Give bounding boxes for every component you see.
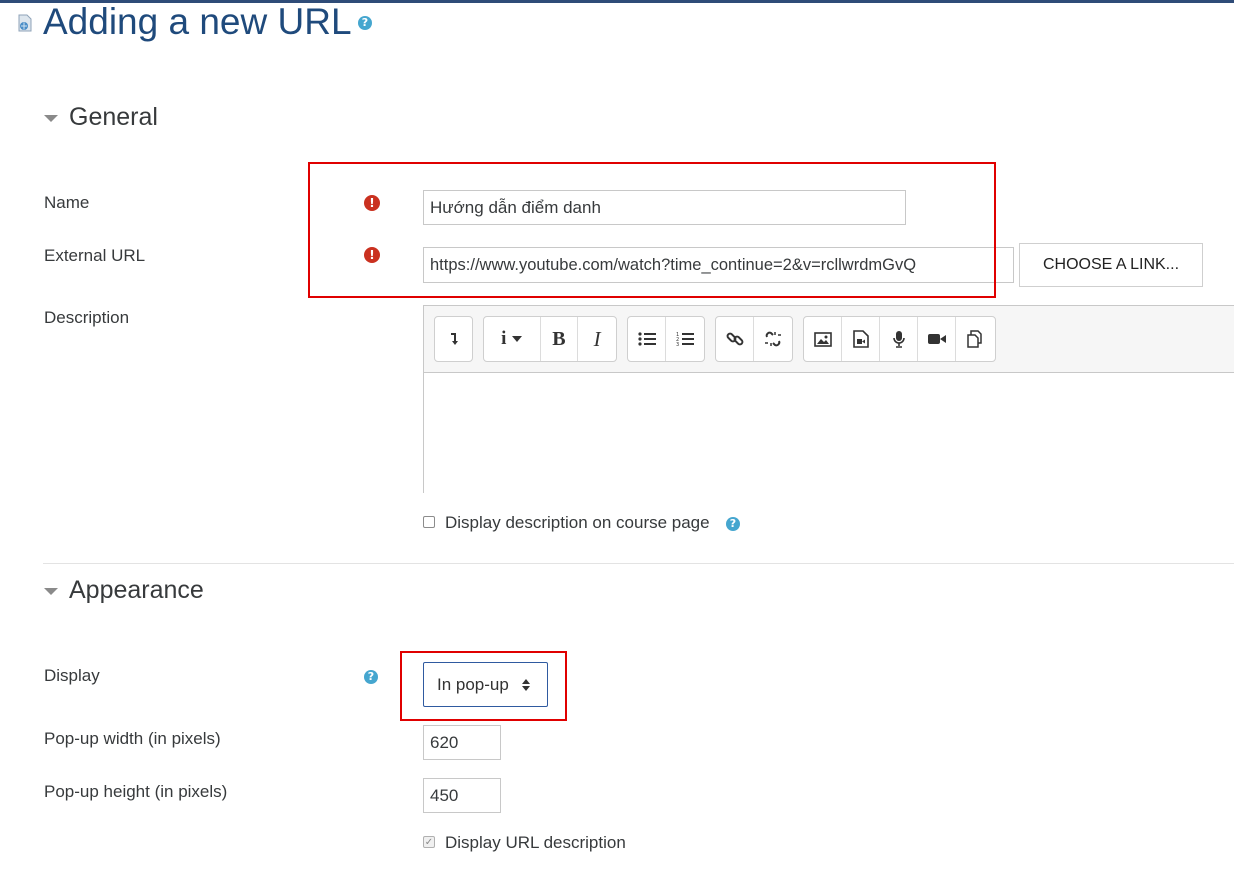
ordered-list-icon[interactable]: 123 [666,317,704,361]
help-icon[interactable]: ? [364,670,378,684]
display-description-checkbox[interactable] [423,516,435,528]
unlink-icon[interactable] [754,317,792,361]
svg-text:3: 3 [676,342,679,347]
collapse-caret-icon[interactable] [44,115,58,122]
popup-width-input[interactable]: 620 [423,725,501,760]
collapse-icon[interactable] [435,317,472,361]
help-icon[interactable]: ? [726,517,740,531]
italic-icon[interactable]: I [578,317,616,361]
record-video-icon[interactable] [918,317,956,361]
record-audio-icon[interactable] [880,317,918,361]
link-icon[interactable] [716,317,754,361]
highlight-box [400,651,567,721]
section-general-heading[interactable]: General [69,103,158,132]
bold-icon[interactable]: B [541,317,579,361]
toolbar-group [715,316,793,362]
toolbar-group [434,316,473,362]
collapse-caret-icon[interactable] [44,588,58,595]
popup-width-label: Pop-up width (in pixels) [44,729,221,748]
toolbar-group [803,316,996,362]
info-dropdown-icon[interactable]: i [484,317,541,361]
toolbar-group: i B I [483,316,617,362]
popup-height-input[interactable]: 450 [423,778,501,813]
image-icon[interactable] [804,317,842,361]
highlight-box [308,162,996,298]
name-label: Name [44,193,90,212]
description-textarea[interactable] [424,372,1234,493]
section-appearance-heading[interactable]: Appearance [69,576,204,605]
choose-a-link-button[interactable]: CHOOSE A LINK... [1019,243,1203,287]
page-title: Adding a new URL [43,1,352,42]
section-divider [43,563,1234,564]
display-url-description-label: Display URL description [445,833,626,852]
description-label: Description [44,308,130,327]
popup-height-label: Pop-up height (in pixels) [44,782,228,801]
display-url-description-checkbox[interactable]: ✓ [423,836,435,848]
external-url-label: External URL [44,246,146,265]
media-icon[interactable] [842,317,880,361]
unordered-list-icon[interactable] [628,317,666,361]
url-page-icon [18,14,32,32]
display-description-label: Display description on course page [445,513,710,532]
toolbar-group: 123 [627,316,705,362]
manage-files-icon[interactable] [956,317,994,361]
display-label: Display [44,666,100,685]
help-icon[interactable]: ? [358,16,372,30]
